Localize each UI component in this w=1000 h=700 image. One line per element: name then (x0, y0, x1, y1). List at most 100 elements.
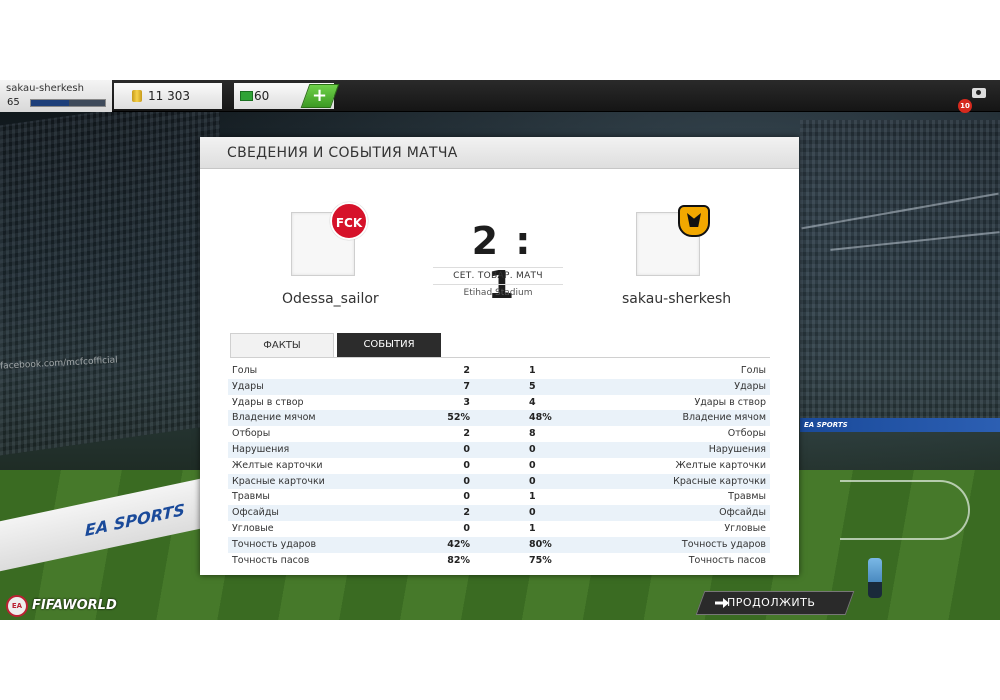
tab-events[interactable]: СОБЫТИЯ (337, 333, 441, 357)
stat-label-away: Удары в створ (694, 396, 766, 408)
stat-label-home: Офсайды (232, 507, 279, 519)
points-icon (240, 91, 253, 101)
stat-label-home: Владение мячом (232, 412, 316, 424)
level: 65 (7, 97, 20, 108)
right-stand (800, 120, 1000, 420)
stat-label-home: Отборы (232, 428, 271, 440)
stat-value-home: 82% (447, 554, 470, 566)
stat-row: Удары в створ 3 4 Удары в створ (228, 395, 770, 411)
coins-icon (132, 90, 142, 102)
stat-row: Офсайды 2 0 Офсайды (228, 505, 770, 521)
stat-label-away: Нарушения (708, 443, 766, 455)
stat-value-away: 1 (529, 522, 536, 534)
panel-header: СВЕДЕНИЯ И СОБЫТИЯ МАТЧА (200, 137, 799, 169)
stat-value-home: 0 (463, 459, 470, 471)
stat-label-home: Точность пасов (232, 554, 310, 566)
stadium-name: Etihad Stadium (463, 288, 533, 298)
notification-badge[interactable]: 10 (958, 99, 972, 113)
stat-label-away: Красные карточки (673, 475, 766, 487)
fifa-world-logo: EA FIFAWORLD (0, 593, 120, 621)
stat-value-home: 52% (447, 412, 470, 424)
stat-row: Удары 7 5 Удары (228, 378, 770, 395)
top-bar: sakau-sherkesh 65 11 303 60 + (0, 80, 1000, 112)
stat-value-away: 4 (529, 396, 536, 408)
stat-label-home: Нарушения (232, 443, 290, 455)
adboard-text: EA SPORTS (85, 499, 185, 541)
username: sakau-sherkesh (6, 83, 84, 94)
stat-label-home: Травмы (232, 491, 270, 503)
stat-value-away: 0 (529, 507, 536, 519)
profile-box[interactable]: sakau-sherkesh 65 (0, 80, 112, 112)
xp-bar (30, 99, 106, 107)
stat-row: Точность ударов 42% 80% Точность ударов (228, 536, 770, 553)
left-stand (0, 94, 220, 456)
stat-label-home: Желтые карточки (232, 459, 323, 471)
stat-label-away: Владение мячом (682, 412, 766, 424)
stat-label-away: Точность ударов (681, 538, 766, 550)
stat-row: Красные карточки 0 0 Красные карточки (228, 473, 770, 490)
xp-bar-fill (31, 100, 70, 106)
camera-icon[interactable] (972, 88, 986, 98)
stat-row: Отборы 2 8 Отборы (228, 426, 770, 442)
stat-label-away: Отборы (727, 428, 766, 440)
stat-row: Желтые карточки 0 0 Желтые карточки (228, 458, 770, 474)
stat-value-home: 7 (463, 380, 470, 392)
match-type: СЕТ. ТОВАР. МАТЧ (433, 267, 563, 285)
stat-value-away: 48% (529, 412, 552, 424)
match-details-panel: СВЕДЕНИЯ И СОБЫТИЯ МАТЧА FCK Odessa_sail… (200, 137, 799, 575)
stat-label-away: Голы (740, 365, 766, 376)
stat-row: Точность пасов 82% 75% Точность пасов (228, 553, 770, 569)
plus-icon: + (312, 85, 328, 106)
stat-label-home: Голы (232, 365, 258, 376)
stat-value-home: 0 (463, 443, 470, 455)
coins-value: 11 303 (148, 89, 190, 103)
stat-value-away: 0 (529, 459, 536, 471)
stats-table: Голы 2 1 Голы Удары 7 5 Удары Удары в створ 3 4 Уда… (228, 363, 770, 568)
stat-value-home: 42% (447, 538, 470, 550)
stat-label-home: Точность ударов (232, 538, 317, 550)
stat-value-home: 2 (463, 507, 470, 519)
stat-label-home: Удары в створ (232, 396, 304, 408)
coins-display: 11 303 (114, 83, 222, 109)
continue-button[interactable]: ПРОДОЛЖИТЬ (695, 591, 855, 615)
stat-value-away: 75% (529, 554, 552, 566)
stat-value-away: 80% (529, 538, 552, 550)
stat-row: Владение мячом 52% 48% Владение мячом (228, 410, 770, 427)
fifa-world-text: FIFAWORLD (32, 598, 117, 613)
stat-label-away: Офсайды (719, 507, 766, 519)
stat-label-away: Желтые карточки (675, 459, 766, 471)
stat-label-away: Угловые (724, 522, 766, 534)
stat-value-away: 0 (529, 443, 536, 455)
stat-row: Травмы 0 1 Травмы (228, 489, 770, 505)
home-team-name: Odessa_sailor (282, 291, 379, 307)
adboard-right-text: EA SPORTS (804, 421, 848, 429)
stat-label-home: Красные карточки (232, 475, 325, 487)
stat-value-away: 1 (529, 365, 536, 376)
stat-value-away: 5 (529, 380, 536, 392)
stat-label-away: Удары (734, 380, 766, 392)
away-team-name: sakau-sherkesh (622, 291, 732, 307)
stat-value-home: 0 (463, 522, 470, 534)
stat-value-home: 2 (463, 428, 470, 440)
ea-sports-logo: EA (6, 595, 28, 617)
player-figure (868, 558, 882, 598)
tab-divider (230, 357, 770, 358)
stat-label-away: Точность пасов (688, 554, 766, 566)
adboard-right: EA SPORTS (800, 418, 1000, 432)
stat-value-away: 8 (529, 428, 536, 440)
stat-label-home: Удары (232, 380, 264, 392)
tab-facts[interactable]: ФАКТЫ (230, 333, 334, 357)
continue-label: ПРОДОЛЖИТЬ (727, 596, 816, 609)
stat-row: Нарушения 0 0 Нарушения (228, 441, 770, 458)
stat-value-home: 2 (463, 365, 470, 376)
pitch-marking (840, 480, 970, 540)
stat-row: Угловые 0 1 Угловые (228, 521, 770, 537)
stat-value-away: 0 (529, 475, 536, 487)
stat-value-away: 1 (529, 491, 536, 503)
stat-row: Голы 2 1 Голы (228, 363, 770, 379)
points-value: 60 (254, 89, 270, 103)
stat-value-home: 0 (463, 491, 470, 503)
panel-title: СВЕДЕНИЯ И СОБЫТИЯ МАТЧА (227, 145, 458, 161)
away-club-badge (678, 205, 710, 237)
stat-label-away: Травмы (728, 491, 766, 503)
